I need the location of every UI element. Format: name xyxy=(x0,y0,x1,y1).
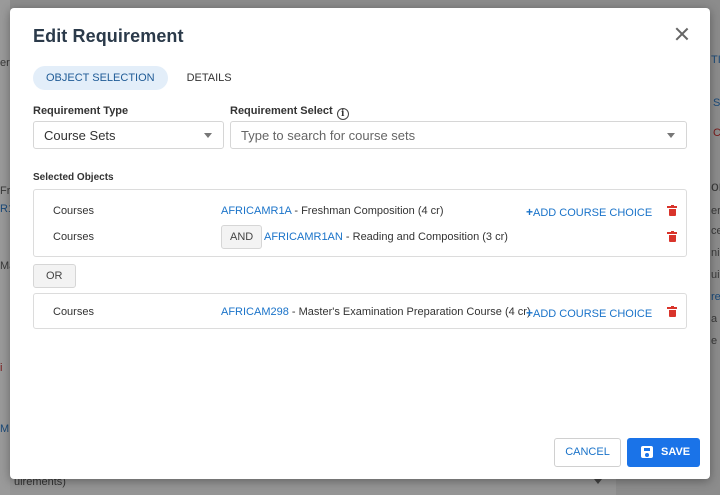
course-title: - Master's Examination Preparation Cours… xyxy=(288,306,531,318)
requirement-row: Courses AFRICAMR1A - Freshman Compositio… xyxy=(34,198,686,224)
plus-icon: + xyxy=(526,205,534,219)
background-fragment: er xyxy=(0,57,10,69)
background-fragment: C xyxy=(713,127,720,139)
chevron-down-icon xyxy=(667,133,675,138)
background-fragment: TI xyxy=(711,54,720,66)
requirement-type-label: Requirement Type xyxy=(33,105,129,117)
trash-icon[interactable] xyxy=(667,230,677,242)
requirement-group: Courses AFRICAM298 - Master's Examinatio… xyxy=(33,293,687,329)
course-title: - Reading and Composition (3 cr) xyxy=(342,231,508,243)
background-fragment: er xyxy=(711,205,720,217)
course-title: - Freshman Composition (4 cr) xyxy=(291,205,444,217)
background-fragment: or xyxy=(711,178,720,194)
save-button[interactable]: SAVE xyxy=(627,438,700,467)
course-entry: AFRICAM298 - Master's Examination Prepar… xyxy=(221,306,531,318)
requirement-select-label-wrap: Requirement Select i xyxy=(230,105,349,120)
close-icon[interactable] xyxy=(674,26,690,42)
chevron-down-icon xyxy=(204,133,212,138)
add-course-choice-button[interactable]: +ADD COURSE CHOICE xyxy=(526,205,652,219)
floppy-disk-icon xyxy=(641,446,653,458)
background-fragment: ce xyxy=(711,225,720,237)
background-fragment: e xyxy=(711,335,718,347)
save-button-label: SAVE xyxy=(661,446,691,458)
requirement-select-label: Requirement Select xyxy=(230,105,333,117)
background-fragment: ni xyxy=(711,247,720,259)
object-type: Courses xyxy=(53,231,94,243)
requirement-row: Courses AND AFRICAMR1AN - Reading and Co… xyxy=(34,224,686,250)
background-fragment: S xyxy=(713,97,720,109)
background-fragment: ui xyxy=(711,269,720,281)
requirement-group: Courses AFRICAMR1A - Freshman Compositio… xyxy=(33,189,687,257)
object-type: Courses xyxy=(53,306,94,318)
add-course-choice-label: ADD COURSE CHOICE xyxy=(533,207,653,219)
background-fragment: M xyxy=(0,423,10,435)
edit-requirement-modal: Edit Requirement OBJECT SELECTION DETAIL… xyxy=(10,8,710,479)
requirement-row: Courses AFRICAM298 - Master's Examinatio… xyxy=(34,299,686,325)
course-set-search-input[interactable] xyxy=(241,128,641,143)
background-fragment: re xyxy=(711,291,720,303)
object-type: Courses xyxy=(53,205,94,217)
info-icon[interactable]: i xyxy=(336,108,349,120)
selected-objects-label: Selected Objects xyxy=(33,172,114,183)
trash-icon[interactable] xyxy=(667,204,677,216)
course-entry: AFRICAMR1A - Freshman Composition (4 cr) xyxy=(221,205,444,217)
modal-tabs: OBJECT SELECTION DETAILS xyxy=(33,66,245,90)
tab-details[interactable]: DETAILS xyxy=(174,66,245,90)
course-code-link[interactable]: AFRICAM298 xyxy=(221,306,289,318)
background-fragment: Fr xyxy=(0,185,11,197)
add-course-choice-label: ADD COURSE CHOICE xyxy=(533,308,653,320)
background-left-edge xyxy=(0,0,10,495)
or-connector: OR xyxy=(33,264,76,288)
background-fragment: a xyxy=(711,313,718,325)
requirement-type-value: Course Sets xyxy=(44,128,116,143)
background-fragment: i xyxy=(0,362,3,374)
course-code-link[interactable]: AFRICAMR1AN xyxy=(264,231,343,243)
chevron-down-icon xyxy=(594,479,602,484)
requirement-select-dropdown[interactable] xyxy=(230,121,687,149)
tab-object-selection[interactable]: OBJECT SELECTION xyxy=(33,66,168,90)
course-entry: AFRICAMR1AN - Reading and Composition (3… xyxy=(264,231,508,243)
modal-title: Edit Requirement xyxy=(33,26,184,46)
requirement-type-select[interactable]: Course Sets xyxy=(33,121,224,149)
add-course-choice-button[interactable]: +ADD COURSE CHOICE xyxy=(526,306,652,320)
trash-icon[interactable] xyxy=(667,305,677,317)
and-connector: AND xyxy=(221,225,263,249)
course-code-link[interactable]: AFRICAMR1A xyxy=(221,205,291,217)
cancel-button[interactable]: CANCEL xyxy=(554,438,621,467)
plus-icon: + xyxy=(526,306,534,320)
